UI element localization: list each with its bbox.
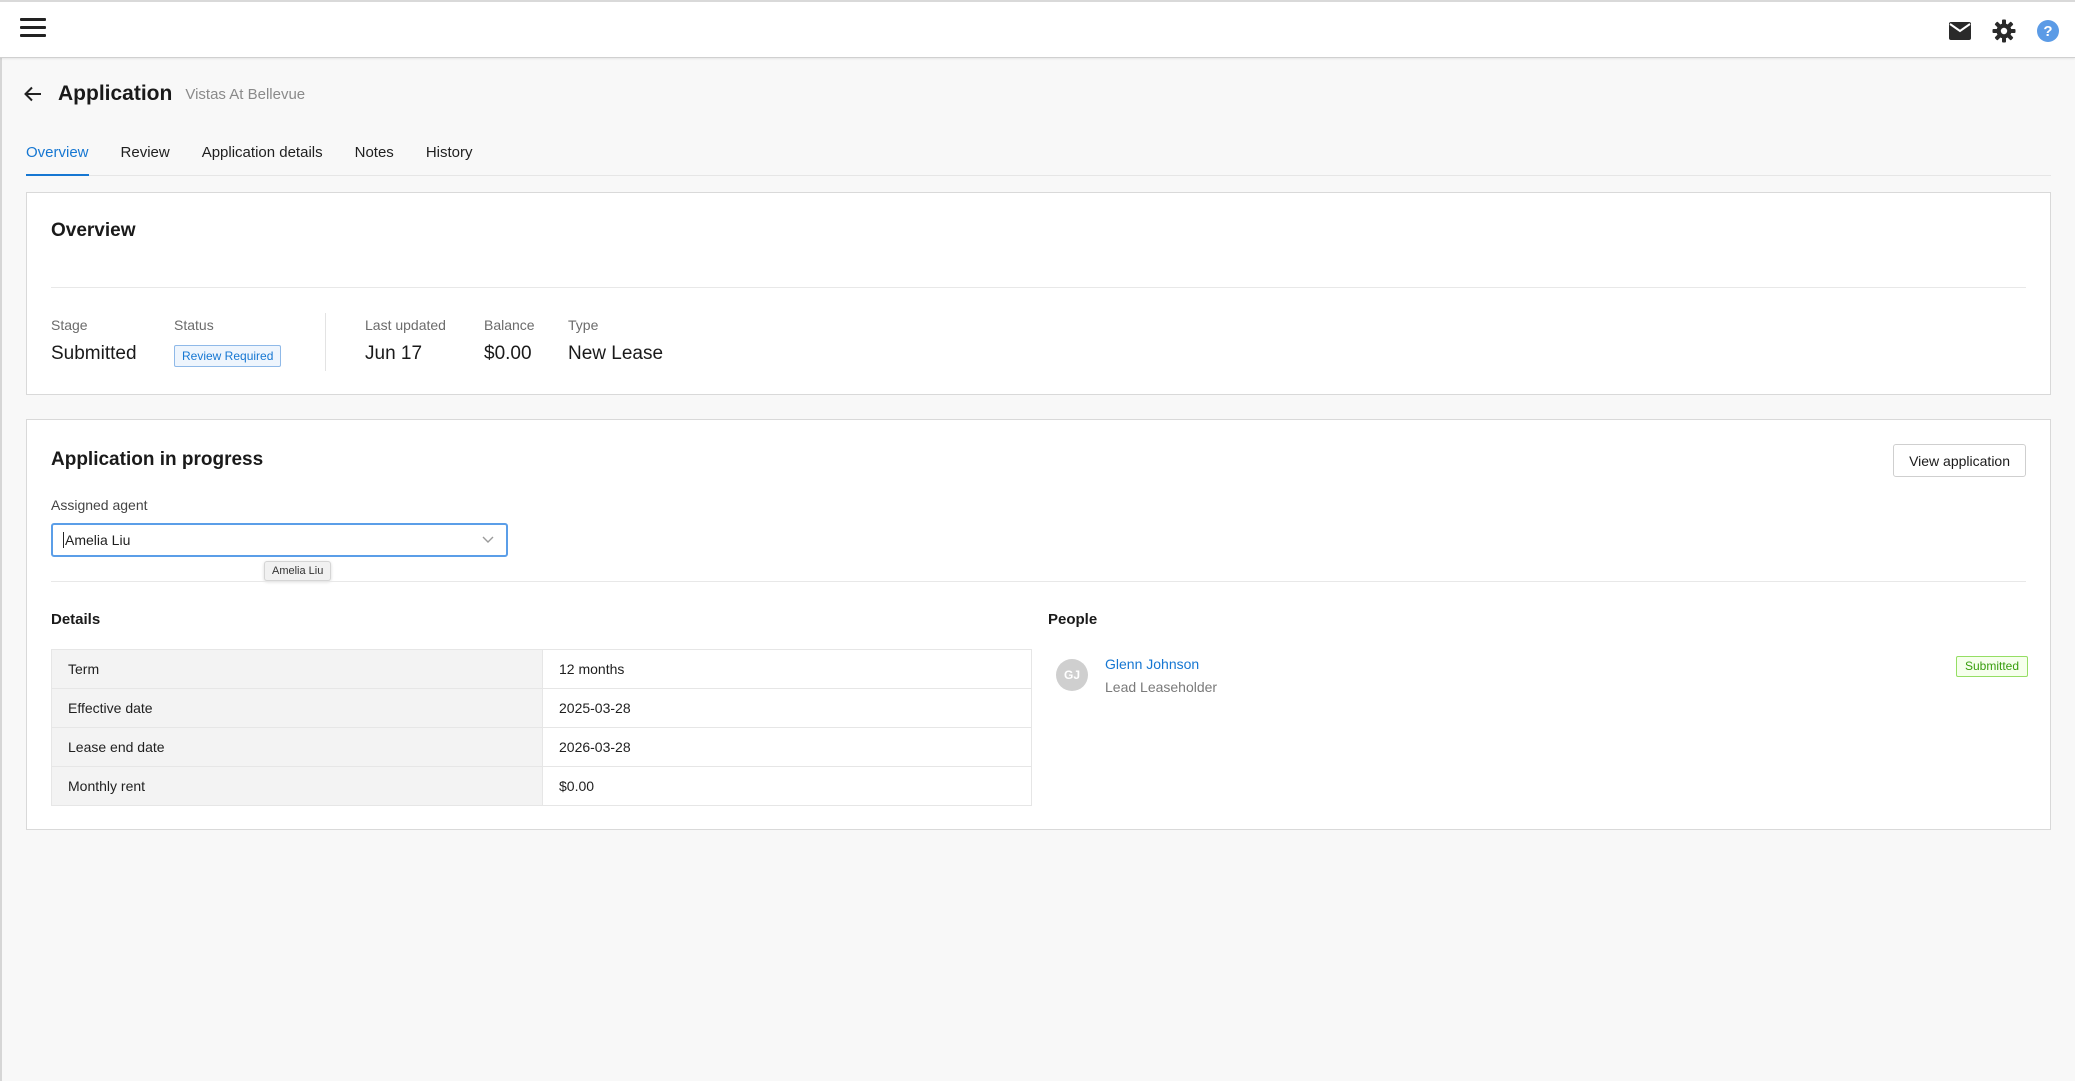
application-progress-card: Application in progress View application… xyxy=(26,419,2051,830)
help-icon[interactable]: ? xyxy=(2035,18,2061,44)
stage-label: Stage xyxy=(51,317,88,333)
tab-notes[interactable]: Notes xyxy=(355,140,394,176)
top-bar: ? xyxy=(0,0,2075,58)
progress-title: Application in progress xyxy=(51,449,264,470)
status-badge: Submitted xyxy=(1955,656,2028,677)
table-row: Term 12 months xyxy=(51,649,1032,689)
status-badge: Review Required xyxy=(174,345,282,367)
type-label: Type xyxy=(568,317,599,333)
page-title: Application xyxy=(58,82,173,105)
detail-key: Effective date xyxy=(51,688,543,728)
type-value: New Lease xyxy=(568,343,664,364)
assigned-agent-label: Assigned agent xyxy=(51,497,148,513)
tab-application-details[interactable]: Application details xyxy=(202,140,323,176)
person-role: Lead Leaseholder xyxy=(1105,679,1218,695)
gear-icon[interactable] xyxy=(1991,18,2017,44)
tab-history[interactable]: History xyxy=(426,140,473,176)
progress-divider xyxy=(51,581,2026,582)
chevron-down-icon xyxy=(482,533,496,547)
mail-icon[interactable] xyxy=(1947,18,1973,44)
back-arrow-icon[interactable] xyxy=(24,83,46,105)
detail-key: Monthly rent xyxy=(51,766,543,806)
status-label: Status xyxy=(174,317,214,333)
detail-key: Term xyxy=(51,649,543,689)
list-item: GJ Glenn Johnson Lead Leaseholder Submit… xyxy=(1048,652,2028,700)
detail-value: 2025-03-28 xyxy=(542,688,1032,728)
overview-divider xyxy=(51,287,2026,288)
stat-separator xyxy=(325,313,326,371)
top-bar-actions: ? xyxy=(1947,18,2061,44)
tab-overview[interactable]: Overview xyxy=(26,140,89,176)
detail-key: Lease end date xyxy=(51,727,543,767)
balance-stat: Balance $0.00 xyxy=(484,317,535,365)
balance-label: Balance xyxy=(484,317,535,333)
details-table: Term 12 months Effective date 2025-03-28… xyxy=(51,649,1032,806)
hamburger-menu-icon[interactable] xyxy=(20,18,46,40)
type-stat: Type New Lease xyxy=(568,317,663,365)
stage-stat: Stage Submitted xyxy=(51,317,137,365)
table-row: Effective date 2025-03-28 xyxy=(51,688,1032,728)
svg-text:?: ? xyxy=(2043,23,2052,40)
detail-value: $0.00 xyxy=(542,766,1032,806)
status-stat: Status Review Required xyxy=(174,317,282,367)
stage-value: Submitted xyxy=(51,343,137,364)
last-updated-label: Last updated xyxy=(365,317,446,333)
table-row: Monthly rent $0.00 xyxy=(51,766,1032,806)
tab-review[interactable]: Review xyxy=(121,140,170,176)
table-row: Lease end date 2026-03-28 xyxy=(51,727,1032,767)
balance-value: $0.00 xyxy=(484,343,532,364)
detail-value: 2026-03-28 xyxy=(542,727,1032,767)
view-application-button[interactable]: View application xyxy=(1893,444,2026,477)
person-name-link[interactable]: Glenn Johnson xyxy=(1105,656,1199,672)
assigned-agent-value: Amelia Liu xyxy=(63,532,482,548)
people-title: People xyxy=(1048,611,1098,628)
last-updated-stat: Last updated Jun 17 xyxy=(365,317,446,365)
overview-title: Overview xyxy=(51,220,136,241)
assigned-agent-select[interactable]: Amelia Liu xyxy=(51,523,508,557)
tab-bar: Overview Review Application details Note… xyxy=(26,140,2051,176)
avatar: GJ xyxy=(1056,659,1088,691)
details-title: Details xyxy=(51,611,101,628)
page-header: Application Vistas At Bellevue xyxy=(24,80,305,108)
overview-card: Overview Stage Submitted Status Review R… xyxy=(26,192,2051,395)
detail-value: 12 months xyxy=(542,649,1032,689)
agent-tooltip: Amelia Liu xyxy=(264,561,332,581)
property-name: Vistas At Bellevue xyxy=(185,85,306,103)
last-updated-value: Jun 17 xyxy=(365,343,423,364)
